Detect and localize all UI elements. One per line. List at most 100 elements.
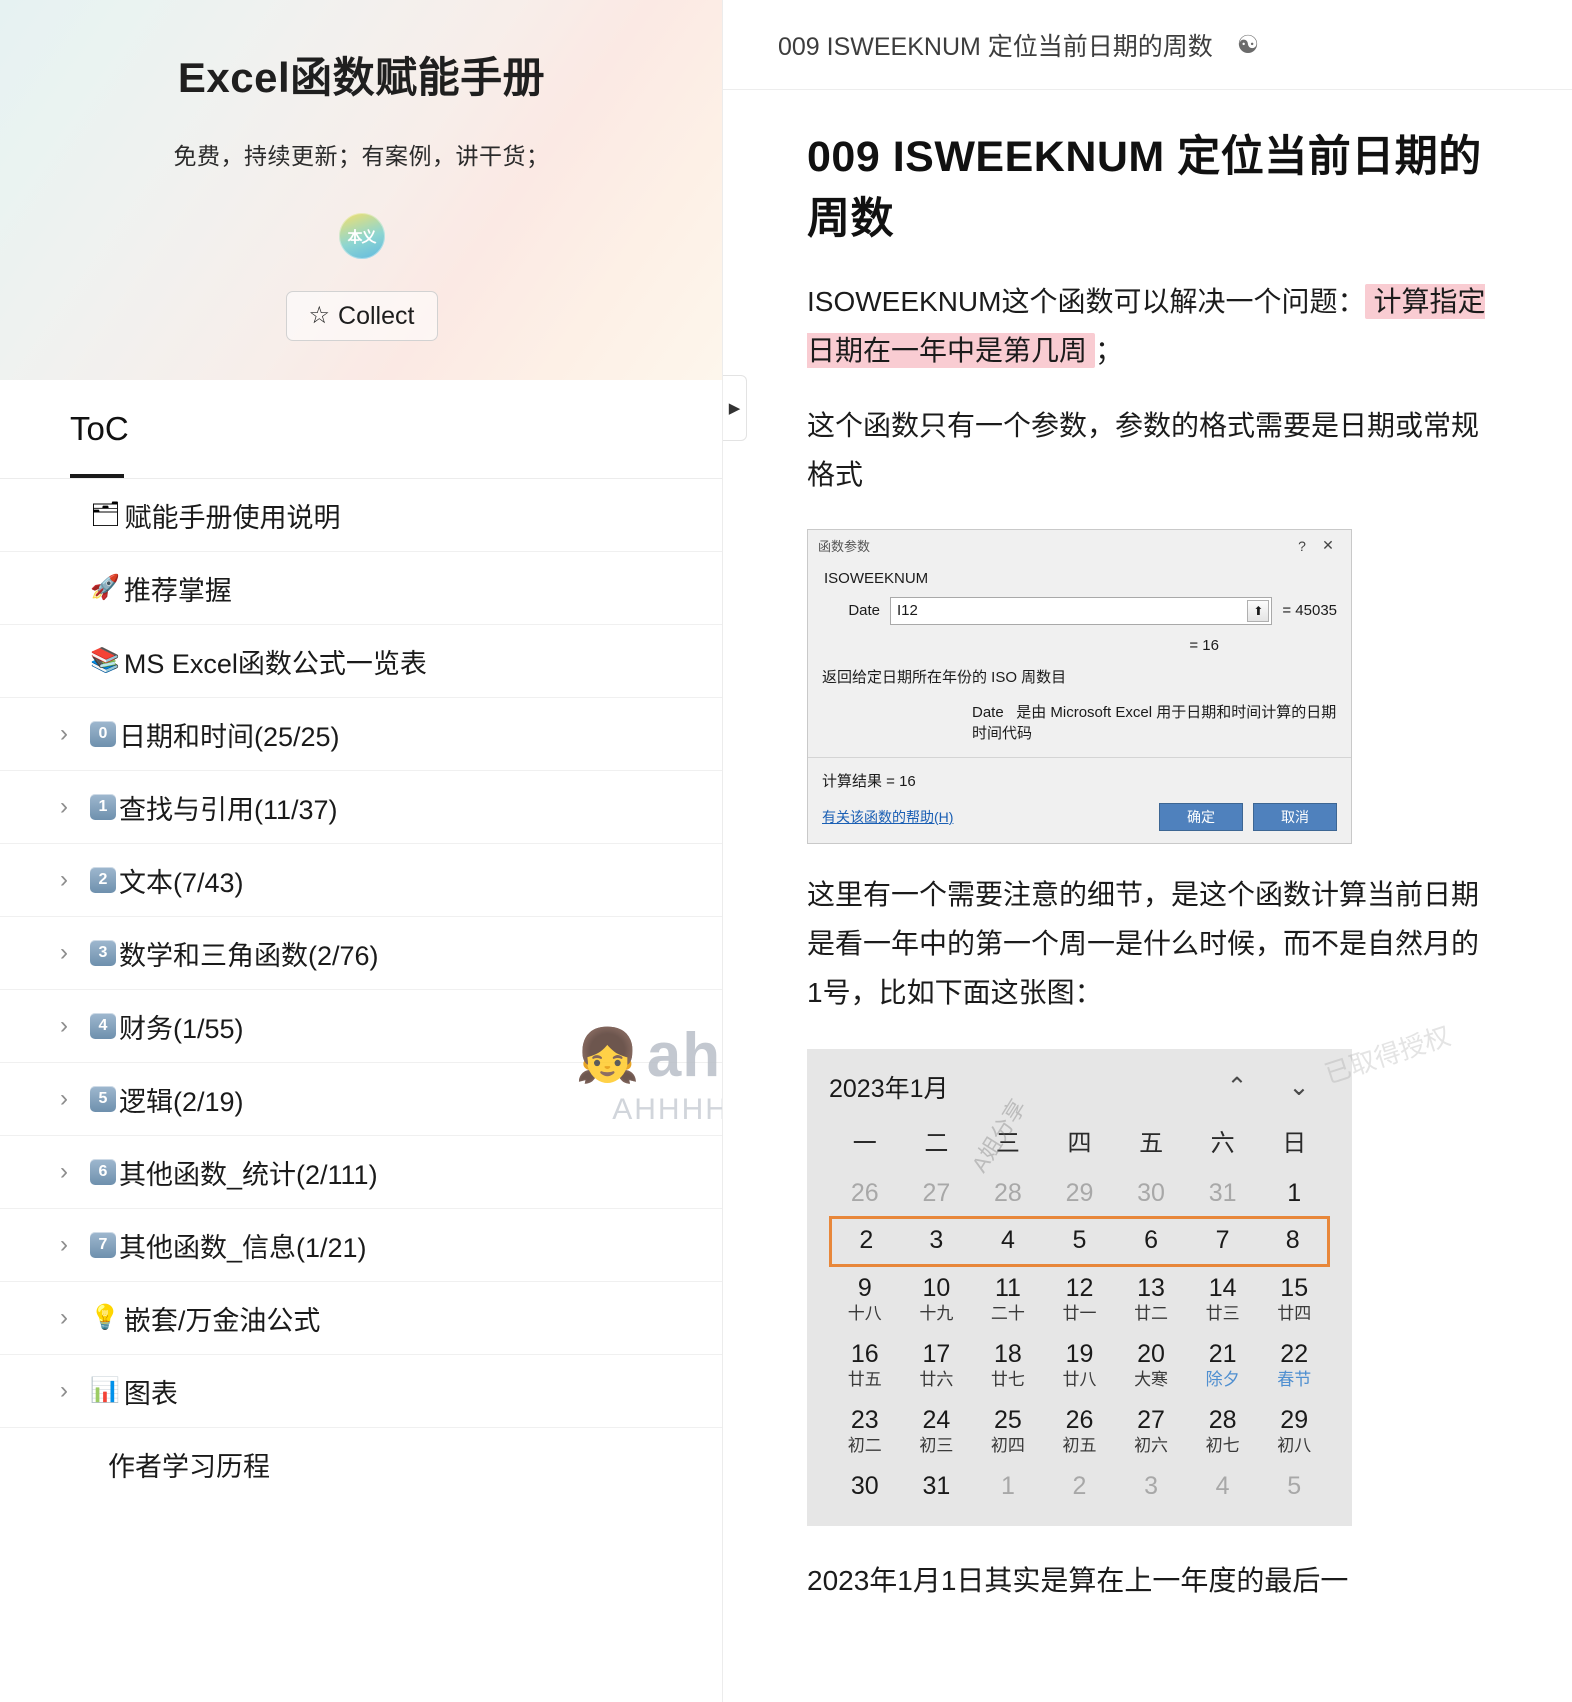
toc-item-2[interactable]: ›📚MS Excel函数公式一览表 [0, 625, 722, 698]
calendar-day-number: 4 [1215, 1472, 1230, 1501]
avatar: 本义 [338, 213, 385, 259]
chevron-right-icon[interactable]: › [60, 793, 90, 821]
calendar-day-number: 17 [922, 1340, 951, 1369]
calendar-day-cell[interactable]: 26 初五 [1044, 1399, 1116, 1465]
calendar-day-cell[interactable]: 28 初七 [1187, 1399, 1259, 1465]
calendar-day-cell[interactable]: 1 [972, 1465, 1044, 1510]
calendar-day-cell[interactable]: 26 [829, 1172, 901, 1217]
calendar-day-cell[interactable]: 31 [901, 1465, 973, 1510]
toc-item-number-badge: 1 [90, 794, 116, 820]
range-picker-icon[interactable]: ⬆ [1247, 599, 1270, 622]
calendar-lunar-label: 十八 [847, 1303, 882, 1323]
toc-item-0[interactable]: ›🗂赋能手册使用说明 [0, 479, 722, 552]
calendar-day-cell[interactable]: 16 廿五 [829, 1333, 901, 1399]
calendar-day-cell[interactable]: 4 [1187, 1465, 1259, 1510]
toc-item-12[interactable]: › 📊 图表 [0, 1355, 722, 1428]
argument-value: I12 [897, 602, 918, 620]
close-icon[interactable]: ✕ [1315, 537, 1341, 554]
calendar-day-cell[interactable]: 3 [1115, 1465, 1187, 1510]
calendar-day-cell[interactable]: 29 初八 [1258, 1399, 1330, 1465]
toc-item-11[interactable]: › 💡 嵌套/万金油公式 [0, 1282, 722, 1355]
toc-item-5[interactable]: › 2 文本(7/43) [0, 844, 722, 917]
calendar-day-cell[interactable]: 29 [1044, 1172, 1116, 1217]
yin-yang-icon[interactable]: ☯ [1237, 30, 1259, 60]
hero-banner: Excel函数赋能手册 免费，持续更新；有案例，讲干货； 本义 ☆ Collec… [0, 0, 722, 380]
toc-item-1[interactable]: ›🚀推荐掌握 [0, 552, 722, 625]
calendar-day-number: 1 [1287, 1178, 1302, 1207]
calendar-day-cell[interactable]: 13 廿二 [1115, 1267, 1187, 1333]
calendar-day-cell[interactable]: 24 初三 [901, 1399, 973, 1465]
calendar-day-number: 30 [1137, 1178, 1165, 1207]
calendar-next-icon[interactable]: ⌄ [1268, 1072, 1330, 1102]
argument-input[interactable]: I12 ⬆ [890, 596, 1273, 625]
toc-item-3[interactable]: › 0 日期和时间(25/25) [0, 698, 722, 771]
left-pane: Excel函数赋能手册 免费，持续更新；有案例，讲干货； 本义 ☆ Collec… [0, 0, 723, 1702]
calendar-day-cell[interactable]: 18 廿七 [972, 1333, 1044, 1399]
toc-item-13[interactable]: 作者学习历程 [0, 1428, 722, 1501]
calendar-day-cell[interactable]: 6 [1115, 1216, 1187, 1268]
chevron-right-icon[interactable]: › [60, 939, 90, 967]
help-icon[interactable]: ? [1289, 538, 1315, 554]
ok-button[interactable]: 确定 [1159, 802, 1243, 831]
toc-item-6[interactable]: › 3 数学和三角函数(2/76) [0, 917, 722, 990]
calendar-lunar-label: 初四 [990, 1435, 1025, 1455]
calendar-day-cell[interactable]: 31 [1187, 1172, 1259, 1217]
toc-item-label: 嵌套/万金油公式 [123, 1305, 321, 1336]
calendar-day-cell[interactable]: 8 [1258, 1216, 1330, 1268]
page-subtitle: 免费，持续更新；有案例，讲干货； [173, 143, 550, 169]
calendar-day-cell[interactable]: 19 廿八 [1044, 1333, 1116, 1399]
breadcrumb[interactable]: 009 ISWEEKNUM 定位当前日期的周数 [778, 27, 1213, 63]
chevron-right-icon[interactable]: › [60, 866, 90, 894]
calendar-prev-icon[interactable]: ⌃ [1206, 1072, 1268, 1102]
calendar-day-cell[interactable]: 10 十九 [901, 1267, 973, 1333]
chevron-right-icon[interactable]: › [60, 1085, 90, 1113]
calendar-day-cell[interactable]: 25 初四 [972, 1399, 1044, 1465]
calendar-day-cell[interactable]: 14 廿三 [1187, 1267, 1259, 1333]
calendar-day-number: 25 [994, 1406, 1022, 1435]
chevron-right-icon[interactable]: › [60, 1012, 90, 1040]
chevron-right-icon[interactable]: › [60, 1158, 90, 1186]
calendar-day-cell[interactable]: 15 廿四 [1258, 1267, 1330, 1333]
calendar-day-cell[interactable]: 30 [1115, 1172, 1187, 1217]
toc-item-4[interactable]: › 1 查找与引用(11/37) [0, 771, 722, 844]
calendar-day-cell[interactable]: 30 [829, 1465, 901, 1510]
calendar-day-cell[interactable]: 5 [1043, 1216, 1116, 1268]
calendar-day-cell[interactable]: 17 廿六 [901, 1333, 973, 1399]
chevron-right-icon[interactable]: › [60, 720, 90, 748]
calendar-day-cell[interactable]: 9 十八 [829, 1267, 901, 1333]
calendar-lunar-label: 初八 [1277, 1435, 1312, 1455]
pane-collapse-handle[interactable]: ▶ [723, 375, 747, 441]
calendar-day-cell[interactable]: 5 [1258, 1465, 1330, 1510]
cancel-button[interactable]: 取消 [1253, 802, 1337, 831]
toc-item-8[interactable]: › 5 逻辑(2/19) [0, 1063, 722, 1136]
toc-item-7[interactable]: › 4 财务(1/55) [0, 990, 722, 1063]
argument-description-label: Date [972, 703, 1004, 721]
calendar-day-cell[interactable]: 28 [972, 1172, 1044, 1217]
calendar-day-cell[interactable]: 7 [1186, 1216, 1259, 1268]
chevron-right-icon[interactable]: › [60, 1231, 90, 1259]
calendar-day-cell[interactable]: 27 [901, 1172, 973, 1217]
toc-item-label: 图表 [123, 1378, 178, 1409]
calendar-day-cell[interactable]: 27 初六 [1115, 1399, 1187, 1465]
calendar-day-cell[interactable]: 3 [900, 1216, 973, 1268]
calendar-day-cell[interactable]: 1 [1258, 1172, 1330, 1217]
toc-item-10[interactable]: › 7 其他函数_信息(1/21) [0, 1209, 722, 1282]
calendar-day-cell[interactable]: 20 大寒 [1115, 1333, 1187, 1399]
calendar-day-cell[interactable]: 12 廿一 [1044, 1267, 1116, 1333]
calendar-day-number: 27 [1137, 1406, 1165, 1435]
calendar-day-cell[interactable]: 4 [972, 1216, 1044, 1268]
calendar-day-cell[interactable]: 21 除夕 [1187, 1333, 1259, 1399]
chevron-right-icon[interactable]: › [60, 1304, 90, 1332]
calendar-day-cell[interactable]: 2 [1044, 1465, 1116, 1510]
calendar-day-cell[interactable]: 11 二十 [972, 1267, 1044, 1333]
calendar-day-cell[interactable]: 22 春节 [1258, 1333, 1330, 1399]
function-help-link[interactable]: 有关该函数的帮助(H) [822, 807, 1149, 827]
argument-description-text: 是由 Microsoft Excel 用于日期和时间计算的日期时间代码 [972, 703, 1337, 742]
chevron-right-icon[interactable]: › [60, 1377, 90, 1405]
collect-button[interactable]: ☆ Collect [285, 291, 438, 341]
calendar-watermark: 已取得授权 [1320, 1020, 1454, 1089]
toc-item-9[interactable]: › 6 其他函数_统计(2/111) [0, 1136, 722, 1209]
calendar-day-cell[interactable]: 2 [829, 1216, 901, 1268]
toc-header: ToC [0, 380, 722, 478]
calendar-day-cell[interactable]: 23 初二 [829, 1399, 901, 1465]
